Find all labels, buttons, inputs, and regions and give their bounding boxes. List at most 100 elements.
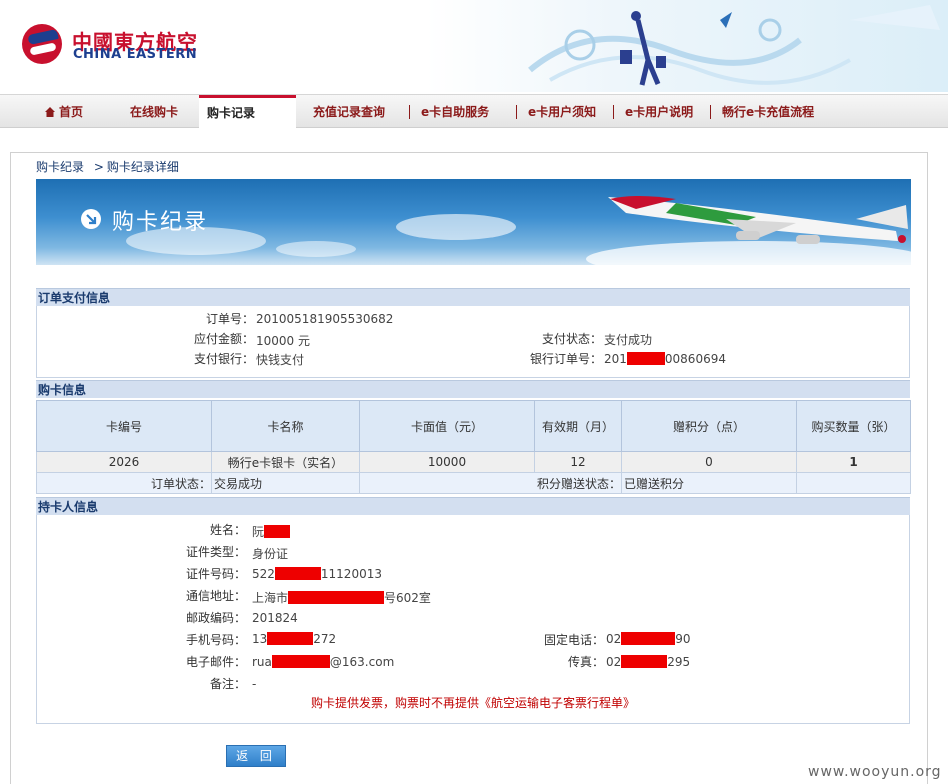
nav-home[interactable]: 首页	[45, 95, 83, 127]
remark-label: 备注：	[209, 677, 246, 691]
arrow-circle-icon	[81, 209, 101, 229]
col-header-card-no: 卡编号	[36, 400, 212, 452]
id-no-suffix: 11120013	[320, 567, 382, 581]
nav-ecard-guide[interactable]: e卡用户说明	[625, 95, 693, 127]
col-header-quantity: 购买数量（张）	[796, 400, 911, 452]
address-label: 通信地址：	[185, 589, 246, 603]
bank-label: 支付银行：	[193, 352, 254, 366]
zip-value: 201824	[252, 611, 298, 625]
card-section-title: 购卡信息	[36, 380, 910, 398]
name-value: 阮	[252, 523, 291, 540]
fax-value: 02 295	[606, 655, 690, 669]
mobile-prefix: 13	[252, 632, 268, 646]
nav-ecard-self-service[interactable]: e卡自助服务	[421, 95, 489, 127]
order-section-title: 订单支付信息	[36, 288, 910, 306]
phone-value: 02 90	[606, 632, 691, 646]
points-status-label: 积分赠送状态：	[536, 476, 621, 491]
nav-divider	[516, 105, 517, 119]
breadcrumb-current: 购卡纪录详细	[106, 160, 179, 174]
cell-quantity: 1	[796, 451, 911, 473]
zip-label: 邮政编码：	[185, 611, 246, 625]
status-empty-cell	[796, 472, 911, 494]
brand-name-en: CHINA EASTERN	[73, 47, 198, 62]
amount-label: 应付金额：	[193, 332, 254, 346]
email-suffix: @163.com	[329, 655, 395, 669]
col-header-validity: 有效期（月）	[534, 400, 622, 452]
id-type-value: 身份证	[252, 547, 289, 561]
redaction-mark	[271, 655, 330, 668]
order-status-value: 交易成功	[211, 472, 360, 494]
nav-divider	[613, 105, 614, 119]
fax-prefix: 02	[606, 655, 622, 669]
site-header: 中國東方航空 CHINA EASTERN	[0, 0, 948, 92]
remark-value: -	[252, 677, 257, 691]
pay-status-label: 支付状态：	[541, 332, 602, 346]
breadcrumb-separator: >	[93, 160, 104, 174]
bank-value: 快钱支付	[256, 353, 305, 367]
cell-bonus-points: 0	[621, 451, 797, 473]
back-button[interactable]: 返 回	[226, 745, 286, 767]
col-header-face-value: 卡面值（元）	[359, 400, 535, 452]
col-header-bonus-points: 赠积分（点）	[621, 400, 797, 452]
order-no-label: 订单号：	[205, 312, 254, 326]
cell-face-value: 10000	[359, 451, 535, 473]
cell-card-no: 2026	[36, 451, 212, 473]
id-no-label: 证件号码：	[185, 567, 246, 581]
china-eastern-logo-icon[interactable]	[22, 24, 62, 64]
main-nav: 首页 在线购卡 购卡记录 充值记录查询 e卡自助服务 e卡用户须知 e卡用户说明…	[0, 94, 948, 130]
table-row: 2026 畅行e卡银卡（实名） 10000 12 0 1	[36, 451, 911, 473]
cell-validity: 12	[534, 451, 622, 473]
phone-label: 固定电话：	[543, 633, 604, 647]
fax-label: 传真：	[567, 655, 604, 669]
card-table: 卡编号 卡名称 卡面值（元） 有效期（月） 赠积分（点） 购买数量（张） 202…	[36, 400, 911, 494]
email-prefix: rua	[252, 655, 272, 669]
amount-value: 10000 元	[256, 334, 310, 348]
mobile-value: 13 272	[252, 632, 336, 646]
nav-home-label: 首页	[59, 105, 84, 119]
nav-recharge-query[interactable]: 充值记录查询	[313, 95, 385, 127]
redaction-mark	[267, 632, 314, 645]
id-type-label: 证件类型：	[185, 545, 246, 559]
order-status-label: 订单状态：	[36, 472, 212, 494]
phone-suffix: 90	[675, 632, 691, 646]
address-value: 上海市 号602室	[252, 589, 431, 606]
redaction-mark	[288, 591, 385, 604]
nav-divider	[409, 105, 410, 119]
pay-status-value: 支付成功	[604, 333, 653, 347]
nav-purchase-records[interactable]: 购卡记录	[199, 95, 296, 130]
redaction-mark	[621, 655, 668, 668]
watermark: www.wooyun.org	[808, 764, 942, 780]
nav-divider	[710, 105, 711, 119]
page-title: 购卡纪录	[112, 204, 208, 236]
bank-order-prefix: 201	[604, 352, 627, 366]
name-label: 姓名：	[209, 523, 246, 537]
phone-prefix: 02	[606, 632, 622, 646]
invoice-note: 购卡提供发票，购票时不再提供《航空运输电子客票行程单》	[310, 696, 635, 710]
breadcrumb: 购卡纪录 > 购卡纪录详细	[36, 158, 179, 175]
page-title-text: 购卡纪录	[112, 210, 209, 235]
breadcrumb-root-link[interactable]: 购卡纪录	[36, 160, 84, 174]
address-prefix: 上海市	[252, 591, 289, 605]
nav-recharge-process[interactable]: 畅行e卡充值流程	[722, 95, 814, 127]
bank-order-suffix: 00860694	[664, 352, 726, 366]
email-value: rua @163.com	[252, 655, 394, 669]
bank-order-label: 银行订单号：	[529, 352, 602, 366]
name-prefix: 阮	[252, 525, 265, 539]
mobile-suffix: 272	[313, 632, 337, 646]
id-no-prefix: 522	[252, 567, 275, 581]
redaction-mark	[264, 525, 291, 538]
home-icon	[45, 107, 55, 117]
redaction-mark	[621, 632, 676, 645]
cell-card-name: 畅行e卡银卡（实名）	[211, 451, 360, 473]
col-header-card-name: 卡名称	[211, 400, 360, 452]
nav-ecard-notice[interactable]: e卡用户须知	[528, 95, 596, 127]
id-no-value: 522 11120013	[252, 567, 382, 581]
address-suffix: 号602室	[384, 591, 431, 605]
mobile-label: 手机号码：	[185, 633, 246, 647]
points-status-value: 已赠送积分	[621, 472, 797, 494]
nav-buy-card[interactable]: 在线购卡	[130, 95, 178, 127]
header-decoration-graphic	[528, 5, 940, 86]
table-header-row: 卡编号 卡名称 卡面值（元） 有效期（月） 赠积分（点） 购买数量（张）	[36, 400, 911, 452]
holder-section-title: 持卡人信息	[36, 497, 910, 515]
fax-suffix: 295	[667, 655, 691, 669]
